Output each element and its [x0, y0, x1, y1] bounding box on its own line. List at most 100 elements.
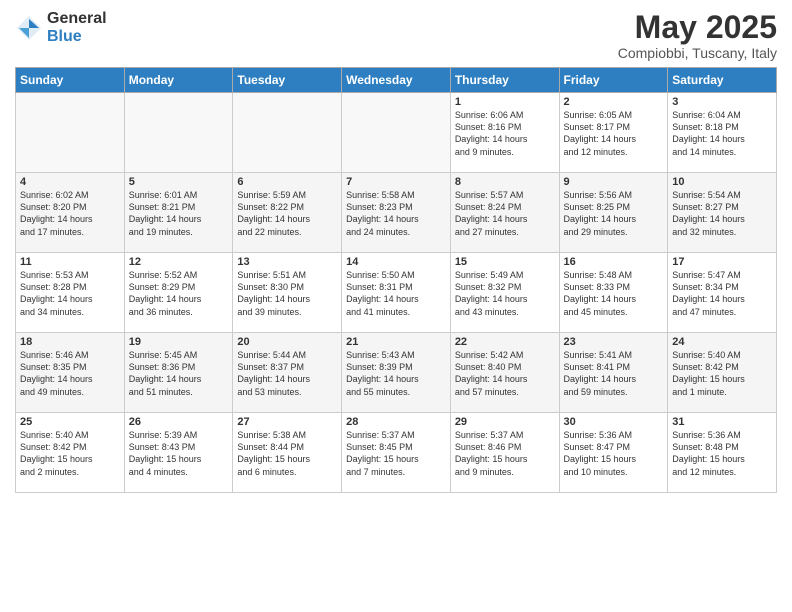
day-info: Sunrise: 5:40 AM Sunset: 8:42 PM Dayligh… [20, 429, 120, 478]
cell-w2-d3: 14Sunrise: 5:50 AM Sunset: 8:31 PM Dayli… [342, 253, 451, 333]
cell-w2-d1: 12Sunrise: 5:52 AM Sunset: 8:29 PM Dayli… [124, 253, 233, 333]
day-number: 11 [20, 256, 120, 268]
cell-w3-d5: 23Sunrise: 5:41 AM Sunset: 8:41 PM Dayli… [559, 333, 668, 413]
day-info: Sunrise: 5:40 AM Sunset: 8:42 PM Dayligh… [672, 349, 772, 398]
day-info: Sunrise: 5:36 AM Sunset: 8:47 PM Dayligh… [564, 429, 664, 478]
cell-w0-d3 [342, 93, 451, 173]
day-number: 1 [455, 96, 555, 108]
calendar-table: Sunday Monday Tuesday Wednesday Thursday… [15, 67, 777, 493]
col-sunday: Sunday [16, 68, 125, 93]
week-row-2: 11Sunrise: 5:53 AM Sunset: 8:28 PM Dayli… [16, 253, 777, 333]
day-info: Sunrise: 5:37 AM Sunset: 8:46 PM Dayligh… [455, 429, 555, 478]
day-info: Sunrise: 5:36 AM Sunset: 8:48 PM Dayligh… [672, 429, 772, 478]
day-number: 17 [672, 256, 772, 268]
cell-w4-d4: 29Sunrise: 5:37 AM Sunset: 8:46 PM Dayli… [450, 413, 559, 493]
day-number: 28 [346, 416, 446, 428]
day-number: 25 [20, 416, 120, 428]
day-info: Sunrise: 5:54 AM Sunset: 8:27 PM Dayligh… [672, 189, 772, 238]
day-info: Sunrise: 6:04 AM Sunset: 8:18 PM Dayligh… [672, 109, 772, 158]
cell-w2-d2: 13Sunrise: 5:51 AM Sunset: 8:30 PM Dayli… [233, 253, 342, 333]
day-number: 5 [129, 176, 229, 188]
day-info: Sunrise: 5:45 AM Sunset: 8:36 PM Dayligh… [129, 349, 229, 398]
day-info: Sunrise: 5:52 AM Sunset: 8:29 PM Dayligh… [129, 269, 229, 318]
day-info: Sunrise: 6:01 AM Sunset: 8:21 PM Dayligh… [129, 189, 229, 238]
cell-w4-d2: 27Sunrise: 5:38 AM Sunset: 8:44 PM Dayli… [233, 413, 342, 493]
day-info: Sunrise: 5:58 AM Sunset: 8:23 PM Dayligh… [346, 189, 446, 238]
day-info: Sunrise: 5:44 AM Sunset: 8:37 PM Dayligh… [237, 349, 337, 398]
cell-w1-d1: 5Sunrise: 6:01 AM Sunset: 8:21 PM Daylig… [124, 173, 233, 253]
day-number: 16 [564, 256, 664, 268]
day-number: 23 [564, 336, 664, 348]
day-number: 24 [672, 336, 772, 348]
cell-w4-d3: 28Sunrise: 5:37 AM Sunset: 8:45 PM Dayli… [342, 413, 451, 493]
cell-w4-d5: 30Sunrise: 5:36 AM Sunset: 8:47 PM Dayli… [559, 413, 668, 493]
cell-w1-d3: 7Sunrise: 5:58 AM Sunset: 8:23 PM Daylig… [342, 173, 451, 253]
day-number: 2 [564, 96, 664, 108]
week-row-1: 4Sunrise: 6:02 AM Sunset: 8:20 PM Daylig… [16, 173, 777, 253]
header: General Blue May 2025 Compiobbi, Tuscany… [15, 10, 777, 61]
cell-w2-d4: 15Sunrise: 5:49 AM Sunset: 8:32 PM Dayli… [450, 253, 559, 333]
cell-w1-d6: 10Sunrise: 5:54 AM Sunset: 8:27 PM Dayli… [668, 173, 777, 253]
cell-w2-d6: 17Sunrise: 5:47 AM Sunset: 8:34 PM Dayli… [668, 253, 777, 333]
day-info: Sunrise: 5:37 AM Sunset: 8:45 PM Dayligh… [346, 429, 446, 478]
day-number: 8 [455, 176, 555, 188]
subtitle: Compiobbi, Tuscany, Italy [618, 45, 777, 61]
cell-w2-d5: 16Sunrise: 5:48 AM Sunset: 8:33 PM Dayli… [559, 253, 668, 333]
day-info: Sunrise: 5:42 AM Sunset: 8:40 PM Dayligh… [455, 349, 555, 398]
day-info: Sunrise: 5:47 AM Sunset: 8:34 PM Dayligh… [672, 269, 772, 318]
cell-w1-d2: 6Sunrise: 5:59 AM Sunset: 8:22 PM Daylig… [233, 173, 342, 253]
day-info: Sunrise: 5:59 AM Sunset: 8:22 PM Dayligh… [237, 189, 337, 238]
col-tuesday: Tuesday [233, 68, 342, 93]
cell-w4-d0: 25Sunrise: 5:40 AM Sunset: 8:42 PM Dayli… [16, 413, 125, 493]
page-container: General Blue May 2025 Compiobbi, Tuscany… [0, 0, 792, 612]
col-monday: Monday [124, 68, 233, 93]
day-number: 31 [672, 416, 772, 428]
logo-icon [15, 14, 43, 42]
day-number: 18 [20, 336, 120, 348]
cell-w3-d4: 22Sunrise: 5:42 AM Sunset: 8:40 PM Dayli… [450, 333, 559, 413]
day-info: Sunrise: 5:46 AM Sunset: 8:35 PM Dayligh… [20, 349, 120, 398]
cell-w3-d3: 21Sunrise: 5:43 AM Sunset: 8:39 PM Dayli… [342, 333, 451, 413]
day-number: 20 [237, 336, 337, 348]
cell-w3-d6: 24Sunrise: 5:40 AM Sunset: 8:42 PM Dayli… [668, 333, 777, 413]
day-number: 3 [672, 96, 772, 108]
col-wednesday: Wednesday [342, 68, 451, 93]
day-number: 13 [237, 256, 337, 268]
day-info: Sunrise: 5:49 AM Sunset: 8:32 PM Dayligh… [455, 269, 555, 318]
cell-w3-d2: 20Sunrise: 5:44 AM Sunset: 8:37 PM Dayli… [233, 333, 342, 413]
cell-w3-d1: 19Sunrise: 5:45 AM Sunset: 8:36 PM Dayli… [124, 333, 233, 413]
day-info: Sunrise: 6:05 AM Sunset: 8:17 PM Dayligh… [564, 109, 664, 158]
header-row: Sunday Monday Tuesday Wednesday Thursday… [16, 68, 777, 93]
day-info: Sunrise: 6:02 AM Sunset: 8:20 PM Dayligh… [20, 189, 120, 238]
col-friday: Friday [559, 68, 668, 93]
week-row-0: 1Sunrise: 6:06 AM Sunset: 8:16 PM Daylig… [16, 93, 777, 173]
day-number: 6 [237, 176, 337, 188]
logo-blue: Blue [47, 28, 107, 46]
day-number: 30 [564, 416, 664, 428]
day-info: Sunrise: 5:57 AM Sunset: 8:24 PM Dayligh… [455, 189, 555, 238]
day-info: Sunrise: 5:50 AM Sunset: 8:31 PM Dayligh… [346, 269, 446, 318]
main-title: May 2025 [618, 10, 777, 45]
cell-w0-d1 [124, 93, 233, 173]
cell-w0-d0 [16, 93, 125, 173]
logo-general: General [47, 10, 107, 28]
col-saturday: Saturday [668, 68, 777, 93]
col-thursday: Thursday [450, 68, 559, 93]
day-info: Sunrise: 5:51 AM Sunset: 8:30 PM Dayligh… [237, 269, 337, 318]
day-info: Sunrise: 5:39 AM Sunset: 8:43 PM Dayligh… [129, 429, 229, 478]
day-info: Sunrise: 5:38 AM Sunset: 8:44 PM Dayligh… [237, 429, 337, 478]
cell-w3-d0: 18Sunrise: 5:46 AM Sunset: 8:35 PM Dayli… [16, 333, 125, 413]
day-number: 26 [129, 416, 229, 428]
day-number: 22 [455, 336, 555, 348]
day-number: 7 [346, 176, 446, 188]
logo-text: General Blue [47, 10, 107, 45]
cell-w0-d6: 3Sunrise: 6:04 AM Sunset: 8:18 PM Daylig… [668, 93, 777, 173]
day-number: 10 [672, 176, 772, 188]
day-number: 15 [455, 256, 555, 268]
cell-w4-d6: 31Sunrise: 5:36 AM Sunset: 8:48 PM Dayli… [668, 413, 777, 493]
day-number: 9 [564, 176, 664, 188]
day-info: Sunrise: 5:53 AM Sunset: 8:28 PM Dayligh… [20, 269, 120, 318]
day-info: Sunrise: 5:41 AM Sunset: 8:41 PM Dayligh… [564, 349, 664, 398]
cell-w0-d4: 1Sunrise: 6:06 AM Sunset: 8:16 PM Daylig… [450, 93, 559, 173]
cell-w4-d1: 26Sunrise: 5:39 AM Sunset: 8:43 PM Dayli… [124, 413, 233, 493]
